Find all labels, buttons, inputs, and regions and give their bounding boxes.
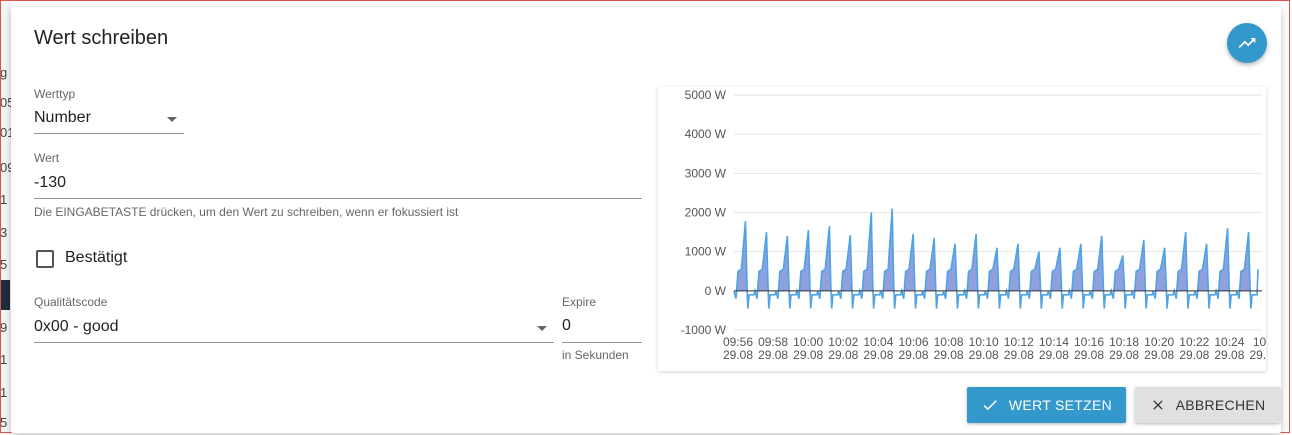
cancel-button[interactable]: ABBRECHEN [1135,387,1280,423]
chevron-down-icon [167,117,177,122]
x-tick-date: 29.08 [969,348,999,362]
trending-up-icon [1238,38,1256,48]
expire-label: Expire [562,295,597,309]
x-tick-label: 10:00 [793,335,823,349]
x-tick-label: 10:22 [1179,335,1209,349]
type-select[interactable]: Number [34,103,184,134]
write-value-dialog: Wert schreiben Werttyp Number Wert -130 … [11,7,1281,433]
x-tick-date: 29.08 [863,348,893,362]
x-tick-label: 10:06 [898,335,928,349]
quality-select-value: 0x00 - good [34,318,119,335]
ack-checkbox[interactable] [36,250,54,268]
history-chart: 5000 W 4000 W 3000 W 2000 W 1000 W 0 W -1000 W… [658,87,1280,371]
x-tick-label: 10:20 [1144,335,1174,349]
type-select-value: Number [34,109,91,126]
x-tick-label: 09:56 [723,335,753,349]
y-tick-label: 0 W [705,284,727,298]
x-tick-date: 29.08 [1074,348,1104,362]
x-tick-date: 29.08 [1109,348,1139,362]
x-tick-date: 29.08 [898,348,928,362]
x-tick-date: 29.08 [1179,348,1209,362]
x-tick-date: 29.08 [828,348,858,362]
x-tick-date: 29.08 [793,348,823,362]
y-tick-label: 4000 W [685,127,727,141]
x-tick-label: 10:18 [1109,335,1139,349]
y-tick-label: 3000 W [685,166,727,180]
x-tick-date: 29.08 [1004,348,1034,362]
x-tick-label: 10:14 [1039,335,1069,349]
x-tick-label: 10:16 [1074,335,1104,349]
quality-select[interactable]: 0x00 - good [34,311,554,343]
x-tick-date: 29.08 [934,348,964,362]
x-tick-label: 09:58 [758,335,788,349]
value-helper-text: Die EINGABETASTE drücken, um den Wert zu… [34,205,459,219]
value-input[interactable]: -130 [34,167,642,199]
ack-label: Bestätigt [65,249,128,266]
x-tick-date: 29.08 [758,348,788,362]
expire-input-text: 0 [562,317,571,334]
x-tick-label: 10:24 [1214,335,1244,349]
expire-input[interactable]: 0 [562,311,642,343]
check-icon [983,400,997,411]
dialog-title: Wert schreiben [34,27,169,49]
chart-toggle-button[interactable] [1227,23,1267,63]
x-tick-date: 29.08 [1039,348,1069,362]
type-label: Werttyp [34,87,76,101]
x-tick-date: 29.08 [1249,348,1266,362]
set-value-button[interactable]: WERT SETZEN [967,387,1126,423]
chevron-down-icon [537,326,547,331]
x-tick-date: 29.08 [1214,348,1244,362]
history-chart-svg: 5000 W 4000 W 3000 W 2000 W 1000 W 0 W -1000 W… [681,88,1280,362]
x-tick-label: 10:12 [1004,335,1034,349]
y-tick-label: 1000 W [685,245,727,259]
quality-label: Qualitätscode [34,295,108,309]
value-label: Wert [34,151,60,165]
x-tick-date: 29.08 [723,348,753,362]
x-tick-date: 29.08 [1144,348,1174,362]
x-tick-label: 10:10 [969,335,999,349]
x-tick-label: 10:2 [1253,335,1266,349]
value-input-text: -130 [34,174,67,191]
set-value-button-label: WERT SETZEN [1008,397,1113,413]
x-tick-label: 10:02 [828,335,858,349]
expire-helper-text: in Sekunden [562,348,629,362]
y-tick-label: 5000 W [685,88,727,102]
cancel-button-label: ABBRECHEN [1175,397,1266,413]
y-tick-label: 2000 W [685,206,727,220]
close-icon [1152,400,1163,410]
y-tick-label: -1000 W [681,323,727,337]
x-tick-label: 10:08 [934,335,964,349]
x-tick-label: 10:04 [863,335,893,349]
